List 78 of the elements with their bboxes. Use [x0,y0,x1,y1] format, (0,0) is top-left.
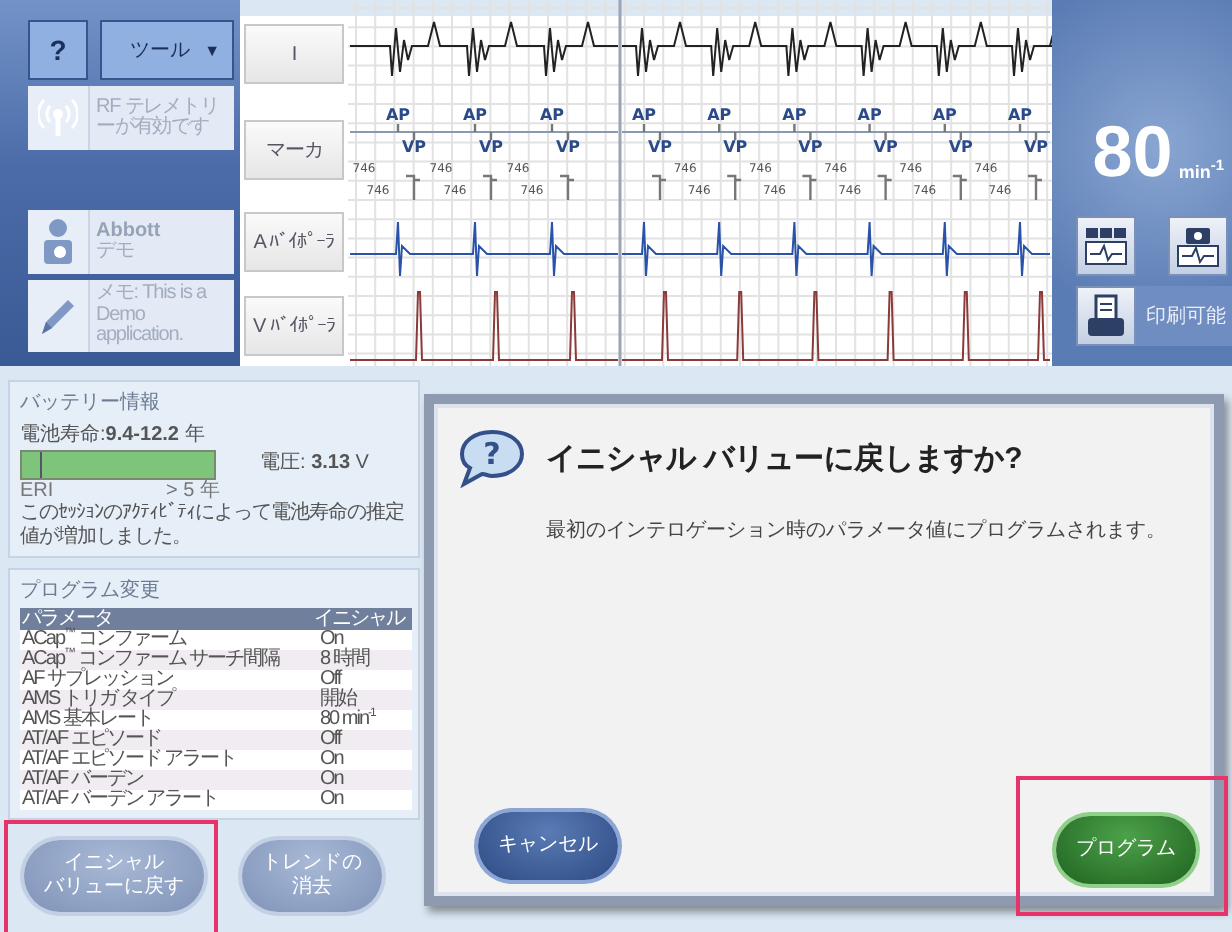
table-cell: On [312,790,412,810]
table-cell: 80 min$^{-1}$ [312,710,412,730]
table-cell: AT/AF バーデン アラート [20,790,312,810]
marker-label: AP [707,106,732,124]
print-button[interactable] [1076,286,1136,346]
telemetry-status: RF テレメトリーが有効です [96,97,221,139]
channel-button[interactable]: V ﾊﾞｲﾎﾟｰﾗ [244,296,344,356]
table-cell: Off [312,670,412,690]
panel-title: バッテリー情報 [20,389,162,416]
marker-label: VP [401,138,427,156]
marker-label: AP [539,106,565,124]
scale-label: ERI [20,480,54,502]
table-cell: AF サプレッション [20,670,312,690]
marker-tick [943,122,968,202]
marker-tick [396,122,422,202]
tools-dropdown[interactable]: ツール ▼ [100,20,234,80]
camera-button[interactable] [1168,216,1228,276]
marker-label: VP [948,138,973,156]
marker-label: AP [932,106,957,124]
marker-tick [793,122,818,202]
column-header: イニシャル [312,608,412,630]
table-cell: AT/AF エピソード アラート [20,750,312,770]
table-cell: 開始 [312,690,412,710]
marker-label: VP [798,138,823,156]
marker-tick [1018,122,1044,202]
marker-tick [868,122,893,202]
dialog-title: イニシャル バリューに戻しますか? [546,439,1023,477]
help-button[interactable]: ? [28,20,88,80]
print-status: 印刷可能 [1136,286,1232,346]
channel-button[interactable]: マーカ [244,120,344,180]
battery-voltage: 電圧: 3.13 V [260,449,369,475]
table-cell: AT/AF バーデン [20,770,312,790]
marker-tick [642,122,668,202]
marker-label: AP [857,106,882,124]
marker-label: AP [631,106,657,124]
dialog-message: 最初のインテロゲーション時のパラメータ値にプログラムされます。 [546,517,1168,544]
monitor-icon [1084,226,1128,266]
table-cell: AMS トリガ タイプ [20,690,312,710]
table-cell: On [312,770,412,790]
marker-label: VP [723,138,748,156]
marker-tick [718,122,743,202]
marker-tick [550,122,576,202]
monitor-button[interactable] [1076,216,1136,276]
channel-button[interactable]: A ﾊﾞｲﾎﾟｰﾗ [244,212,344,272]
rate-unit: min$^{-1}$ [1178,156,1224,186]
channel-button[interactable]: I [244,24,344,84]
panel-title: プログラム変更 [20,577,162,604]
marker-line [40,452,42,478]
table-cell: On [312,630,412,650]
marker-label: AP [385,106,411,124]
marker-label: VP [478,138,504,156]
patient-detail: デモ [96,242,136,264]
table-cell: AMS 基本レート [20,710,312,730]
marker-tick [473,122,499,202]
program-button[interactable]: プログラム [1056,816,1196,884]
battery-note: このｾｯｼｮﾝのｱｸﾃｨﾋﾞﾃｨによって電池寿命の推定値が増加しました。 [20,502,406,548]
table-cell: 8 時間 [312,650,412,670]
marker-label: VP [555,138,581,156]
marker-label: VP [873,138,898,156]
marker-label: VP [647,138,673,156]
printer-icon [1086,294,1126,338]
table-cell: On [312,750,412,770]
battery-longevity: 電池寿命:9.4-12.2 年 [20,421,207,448]
marker-label: AP [782,106,807,124]
marker-label: AP [1007,106,1033,124]
table-cell: ACap$^{™}$ コンファーム サーチ間隔 [20,650,312,670]
person-icon [40,218,76,266]
marker-label: VP [1023,138,1049,156]
heart-rate-value: 80 [1092,116,1173,188]
table-cell: AT/AF エピソード [20,730,312,750]
note-text: メモ: This is a Demo application. [96,284,209,347]
camera-icon [1176,224,1220,268]
help-bubble-icon: ? [458,428,526,488]
patient-name: Abbott [96,220,163,243]
scale-label: > 5 年 [166,480,220,502]
cancel-button[interactable]: キャンセル [478,812,618,880]
table-cell: Off [312,730,412,750]
marker-label: AP [462,106,488,124]
